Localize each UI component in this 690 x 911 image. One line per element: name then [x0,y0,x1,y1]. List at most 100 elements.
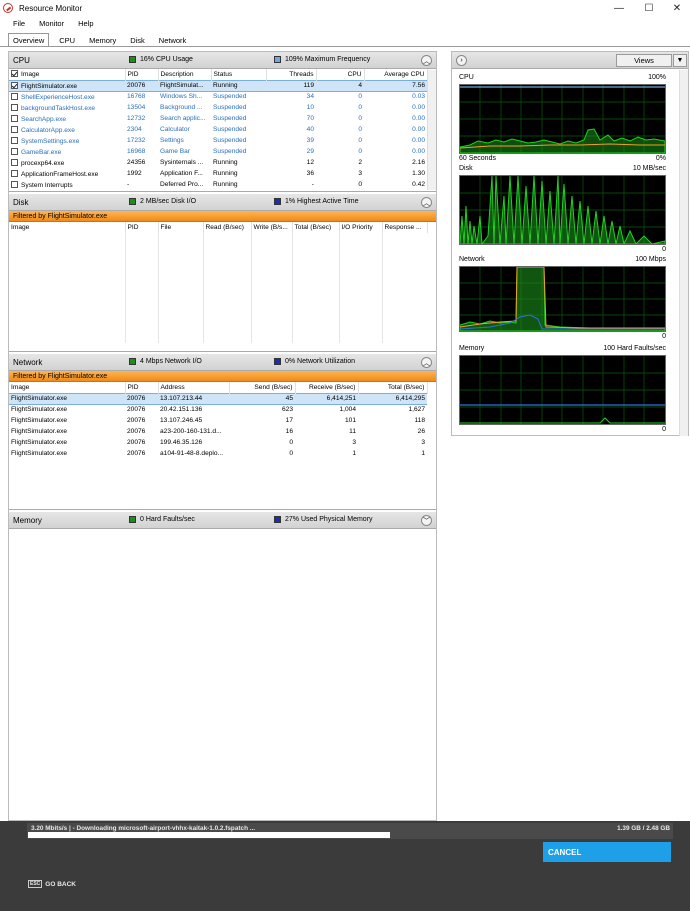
cpu-process-row[interactable]: FlightSimulator.exe 20076 FlightSimulat...… [9,79,427,92]
disk-col-file[interactable]: File [158,222,204,233]
net-col-image[interactable]: Image [9,382,126,393]
network-activity-row[interactable]: FlightSimulator.exe 20076 20.42.151.136 623… [9,404,427,415]
cpu-graph-time: 60 Seconds [459,155,496,162]
process-average-cpu: 7.56 [364,79,427,92]
net-receive: 11 [349,428,356,435]
disk-filter-banner[interactable]: Filtered by FlightSimulator.exe [9,211,436,222]
cpu-col-image[interactable]: Image [9,69,126,80]
go-back-button[interactable]: ESC GO BACK [28,880,76,888]
disk-col-read[interactable]: Read (B/sec) [203,222,252,233]
process-checkbox[interactable] [11,125,18,133]
tab-overview[interactable]: Overview [8,33,50,46]
memory-graph-min: 0 [662,426,666,433]
cpu-table-scrollbar[interactable] [427,70,436,190]
disk-col-response[interactable]: Response ... [382,222,428,233]
cpu-col-cpu[interactable]: CPU [316,69,365,80]
net-col-pid[interactable]: PID [125,382,159,393]
blue-square-icon [274,516,281,523]
cpu-usage-area [459,128,666,154]
net-col-send[interactable]: Send (B/sec) [229,382,296,393]
process-pid: 2304 [127,126,142,133]
net-col-receive[interactable]: Receive (B/sec) [295,382,359,393]
process-cpu: 0 [358,93,362,101]
minimize-button[interactable]: — [604,0,634,16]
views-dropdown-arrow-icon[interactable]: ▼ [673,54,687,67]
network-activity-row[interactable]: FlightSimulator.exe 20076 199.46.35.126 0 3 3 [9,437,427,448]
cpu-col-average[interactable]: Average CPU [364,69,428,80]
process-cpu: 2 [358,159,362,166]
cpu-process-row[interactable]: ApplicationFrameHost.exe 1992 Application … [9,168,427,179]
cpu-process-row[interactable]: System Interrupts - Deferred Pro... Running… [9,179,427,190]
process-checkbox[interactable] [11,103,18,111]
cpu-process-row[interactable]: ShellExperienceHost.exe 16768 Windows Sh..… [9,91,427,102]
disk-io-indicator: 2 MB/sec Disk I/O [129,198,196,205]
cpu-col-threads[interactable]: Threads [266,69,317,80]
active-time-indicator: 1% Highest Active Time [274,198,359,205]
menu-monitor[interactable]: Monitor [29,19,68,28]
process-checkbox[interactable] [11,158,18,166]
tab-disk[interactable]: Disk [126,34,149,46]
process-checkbox[interactable] [11,169,18,177]
graphs-header: › Views ▼ [452,52,688,69]
cpu-graph [459,84,666,154]
collapse-cpu-button[interactable]: ︿ [421,55,432,66]
cpu-col-description[interactable]: Description [158,69,212,80]
cpu-process-row[interactable]: GameBar.exe 16968 Game Bar Suspended 29 0 0.00 [9,146,427,157]
menu-file[interactable]: File [0,19,29,28]
cancel-button[interactable]: CANCEL [543,842,671,862]
disk-col-total[interactable]: Total (B/sec) [292,222,340,233]
menu-help[interactable]: Help [68,19,97,28]
process-checkbox[interactable] [11,136,18,144]
network-graph-title: Network [459,256,485,263]
process-checkbox[interactable] [11,81,18,89]
expand-memory-button[interactable]: ﹀ [421,515,432,526]
process-checkbox[interactable] [11,180,18,188]
cpu-process-row[interactable]: SearchApp.exe 12732 Search applic... Suspen… [9,113,427,124]
process-average-cpu: 0.00 [412,126,425,133]
cpu-usage-indicator: 16% CPU Usage [129,56,193,63]
tab-network[interactable]: Network [155,34,191,46]
collapse-disk-button[interactable]: ︿ [421,197,432,208]
cpu-process-row[interactable]: CalculatorApp.exe 2304 Calculator Suspended… [9,124,427,135]
tab-cpu[interactable]: CPU [55,34,79,46]
cpu-process-row[interactable]: backgroundTaskHost.exe 13504 Background ..… [9,102,427,113]
views-button[interactable]: Views [616,54,672,67]
net-send: 0 [289,450,293,457]
close-button[interactable]: ✕ [662,0,690,16]
network-activity-row[interactable]: FlightSimulator.exe 20076 a104-91-48-8.dep… [9,448,427,459]
network-section-header[interactable]: Network 4 Mbps Network I/O 0% Network Ut… [9,354,436,371]
disk-col-image[interactable]: Image [9,222,126,233]
process-checkbox[interactable] [11,147,18,155]
tab-memory[interactable]: Memory [85,34,120,46]
process-description: Settings [160,137,184,144]
process-checkbox[interactable] [11,92,18,100]
cpu-col-status[interactable]: Status [211,69,267,80]
network-filter-banner[interactable]: Filtered by FlightSimulator.exe [9,371,436,382]
net-send: 17 [285,417,293,424]
maximize-button[interactable]: ☐ [634,0,664,16]
net-col-total[interactable]: Total (B/sec) [358,382,428,393]
process-checkbox[interactable] [11,114,18,122]
cpu-process-row[interactable]: SystemSettings.exe 17232 Settings Suspended… [9,135,427,146]
memory-section-header[interactable]: Memory 0 Hard Faults/sec 27% Used Physic… [9,512,436,529]
graphs-scrollbar[interactable] [679,70,688,436]
network-activity-row[interactable]: FlightSimulator.exe 20076 a23-200-160-131.… [9,426,427,437]
collapse-network-button[interactable]: ︿ [421,357,432,368]
disk-section-header[interactable]: Disk 2 MB/sec Disk I/O 1% Highest Active… [9,194,436,211]
cpu-process-row[interactable]: procexp64.exe 24356 Sysinternals ... Runnin… [9,157,427,168]
network-activity-row[interactable]: FlightSimulator.exe 20076 13.107.213.44 45 6… [9,392,427,405]
net-pid: 20076 [127,417,146,424]
cpu-section-header[interactable]: CPU 16% CPU Usage 109% Maximum Frequency… [9,52,436,69]
process-threads: 12 [306,159,314,166]
cpu-col-pid[interactable]: PID [125,69,159,80]
disk-col-pid[interactable]: PID [125,222,159,233]
net-col-address[interactable]: Address [158,382,230,393]
disk-col-write[interactable]: Write (B/s... [251,222,293,233]
process-description: FlightSimulat... [158,79,211,92]
network-activity-row[interactable]: FlightSimulator.exe 20076 13.107.246.45 17 1… [9,415,427,426]
disk-col-priority[interactable]: I/O Priority [339,222,383,233]
select-all-checkbox[interactable] [11,70,18,78]
expand-graphs-button[interactable]: › [456,55,467,66]
process-pid: 12732 [127,115,146,122]
net-receive: 101 [344,417,356,424]
